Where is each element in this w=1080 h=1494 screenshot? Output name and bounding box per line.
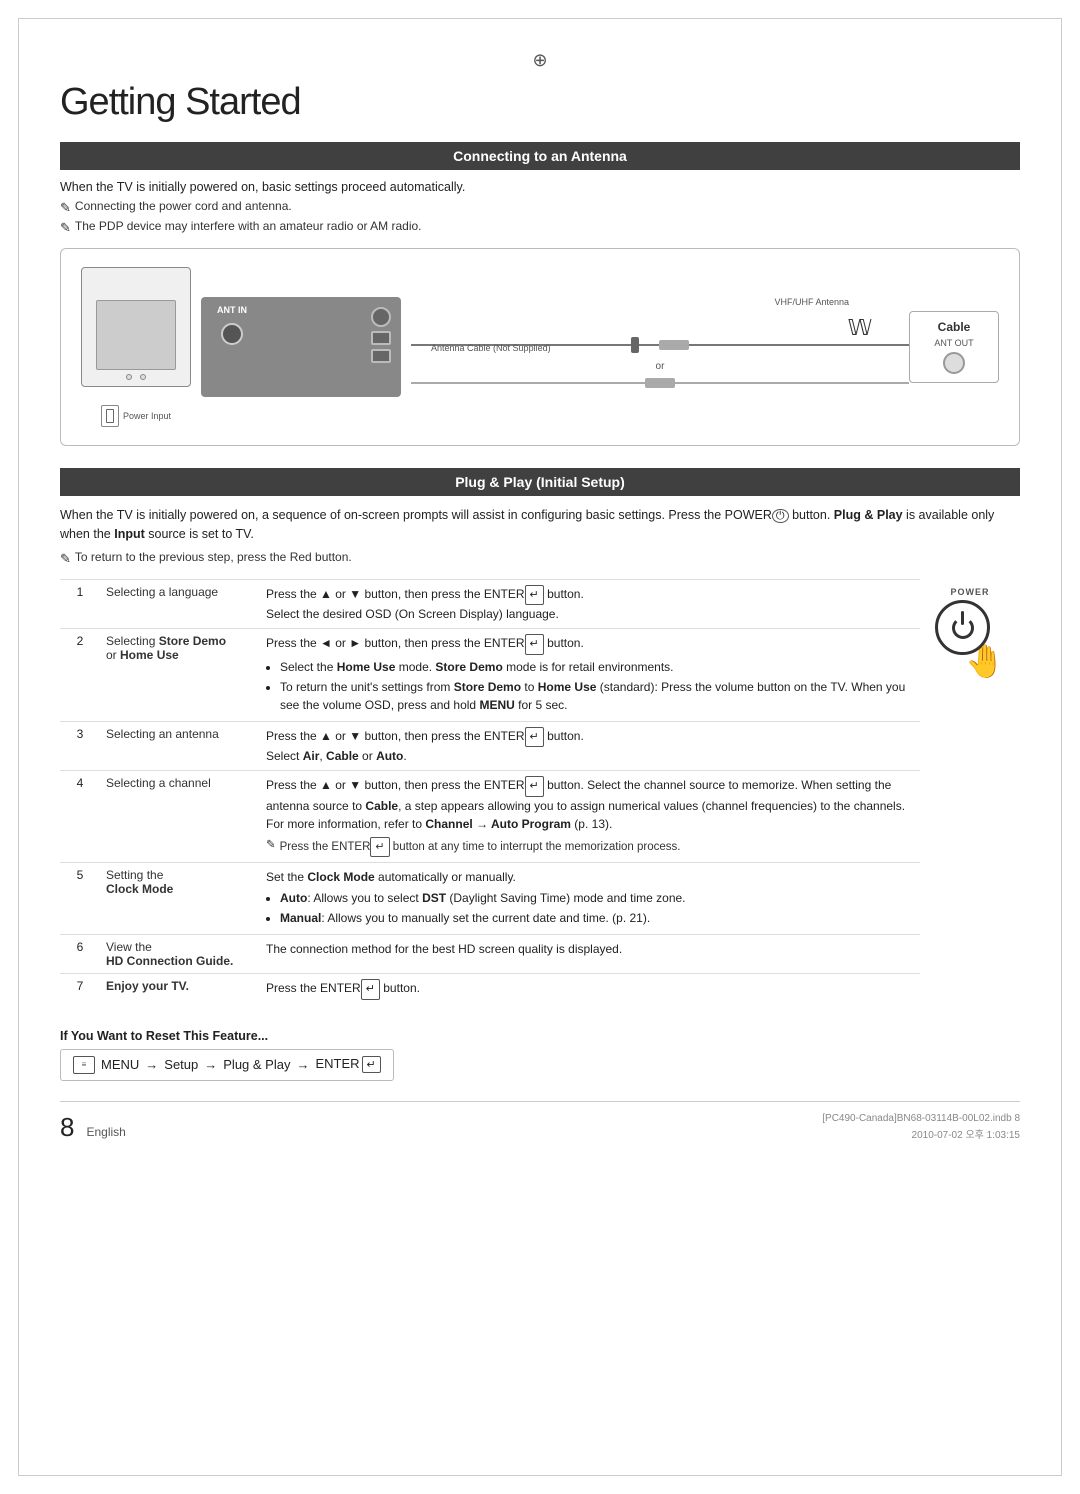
section-plug-play: Plug & Play (Initial Setup) When the TV … [60,468,1020,1081]
or-label: or [656,361,665,372]
cable-box: Cable ANT OUT [909,311,999,383]
note-icon-3: ✎ [60,551,71,567]
step-4-num: 4 [60,771,100,863]
table-row: 5 Setting theClock Mode Set the Clock Mo… [60,863,920,935]
reset-menu-label: MENU [101,1057,139,1072]
step-6-label: View theHD Connection Guide. [100,935,260,974]
table-row: 4 Selecting a channel Press the ▲ or ▼ b… [60,771,920,863]
steps-main: 1 Selecting a language Press the ▲ or ▼ … [60,579,920,1019]
note-icon-1: ✎ [60,200,71,216]
step-1-label: Selecting a language [100,579,260,629]
antenna-note2: ✎ The PDP device may interfere with an a… [60,219,1020,236]
table-row: 6 View theHD Connection Guide. The conne… [60,935,920,974]
table-row: 1 Selecting a language Press the ▲ or ▼ … [60,579,920,629]
reset-arrow3: → [296,1057,309,1072]
table-row: 3 Selecting an antenna Press the ▲ or ▼ … [60,721,920,771]
back-panel: ANT IN [201,297,401,397]
tv-screen [96,300,176,370]
step-2-label: Selecting Store Demoor Home Use [100,629,260,722]
step-7-label: Enjoy your TV. [100,974,260,1005]
reset-arrow2: → [204,1057,217,1072]
step-note-icon: ✎ [266,837,276,858]
step-2-num: 2 [60,629,100,722]
compass-top-icon: ⊕ [60,50,1020,71]
power-input-label: Power Input [123,411,171,421]
section-antenna-header: Connecting to an Antenna [60,142,1020,170]
reset-setup: Setup [164,1057,198,1072]
steps-area: 1 Selecting a language Press the ▲ or ▼ … [60,579,1020,1019]
steps-table: 1 Selecting a language Press the ▲ or ▼ … [60,579,920,1005]
tv-illustration [81,267,191,387]
step-3-label: Selecting an antenna [100,721,260,771]
ant-port [221,323,243,345]
plug-play-intro: When the TV is initially powered on, a s… [60,506,1020,544]
step-5-num: 5 [60,863,100,935]
step-4-label: Selecting a channel [100,771,260,863]
power-text-label: POWER [950,587,989,597]
ant-in-label: ANT IN [217,305,247,315]
reset-enter: ENTER↵ [315,1056,380,1073]
antenna-icon: 𝕎 [848,315,869,341]
reset-title: If You Want to Reset This Feature... [60,1029,1020,1043]
reset-arrow1: → [145,1057,158,1072]
page-footer: 8 English [PC490-Canada]BN68-03114B-00L0… [60,1101,1020,1143]
footer-lang: English [86,1125,125,1139]
table-row: 2 Selecting Store Demoor Home Use Press … [60,629,920,722]
cable-port [943,352,965,374]
antenna-intro: When the TV is initially powered on, bas… [60,180,1020,194]
step-3-desc: Press the ▲ or ▼ button, then press the … [260,721,920,771]
table-row: 7 Enjoy your TV. Press the ENTER↵ button… [60,974,920,1005]
footer-date: 2010-07-02 오후 1:03:15 [912,1126,1020,1141]
section-plug-play-header: Plug & Play (Initial Setup) [60,468,1020,496]
cable-title: Cable [922,320,986,334]
section-antenna: Connecting to an Antenna When the TV is … [60,142,1020,446]
footer-file: [PC490-Canada]BN68-03114B-00L02.indb 8 [822,1113,1020,1124]
step-7-desc: Press the ENTER↵ button. [260,974,920,1005]
plug-play-note: ✎ To return to the previous step, press … [60,550,1020,567]
step-5-desc: Set the Clock Mode automatically or manu… [260,863,920,935]
step-6-num: 6 [60,935,100,974]
note-icon-2: ✎ [60,220,71,236]
step-5-label: Setting theClock Mode [100,863,260,935]
vhf-label: VHF/UHF Antenna [774,297,849,307]
footer-page-num: 8 [60,1112,74,1143]
step-1-desc: Press the ▲ or ▼ button, then press the … [260,579,920,629]
step-3-num: 3 [60,721,100,771]
reset-menu-line: ≡ MENU → Setup → Plug & Play → ENTER↵ [60,1049,394,1081]
step-4-desc: Press the ▲ or ▼ button, then press the … [260,771,920,863]
reset-plug-play: Plug & Play [223,1057,290,1072]
ant-cable-label: Antenna Cable (Not Supplied) [431,343,551,353]
antenna-note1: ✎ Connecting the power cord and antenna. [60,199,1020,216]
page-title: Getting Started [60,81,1020,124]
ant-out-label: ANT OUT [922,338,986,348]
power-button-area: POWER 🤚 [920,579,1020,1019]
step-2-desc: Press the ◄ or ► button, then press the … [260,629,920,722]
antenna-diagram: Power Input ANT IN VHF/UHF A [60,248,1020,446]
step-7-num: 7 [60,974,100,1005]
step-6-desc: The connection method for the best HD sc… [260,935,920,974]
reset-section: If You Want to Reset This Feature... ≡ M… [60,1029,1020,1081]
menu-icon: ≡ [73,1056,95,1074]
step-1-num: 1 [60,579,100,629]
